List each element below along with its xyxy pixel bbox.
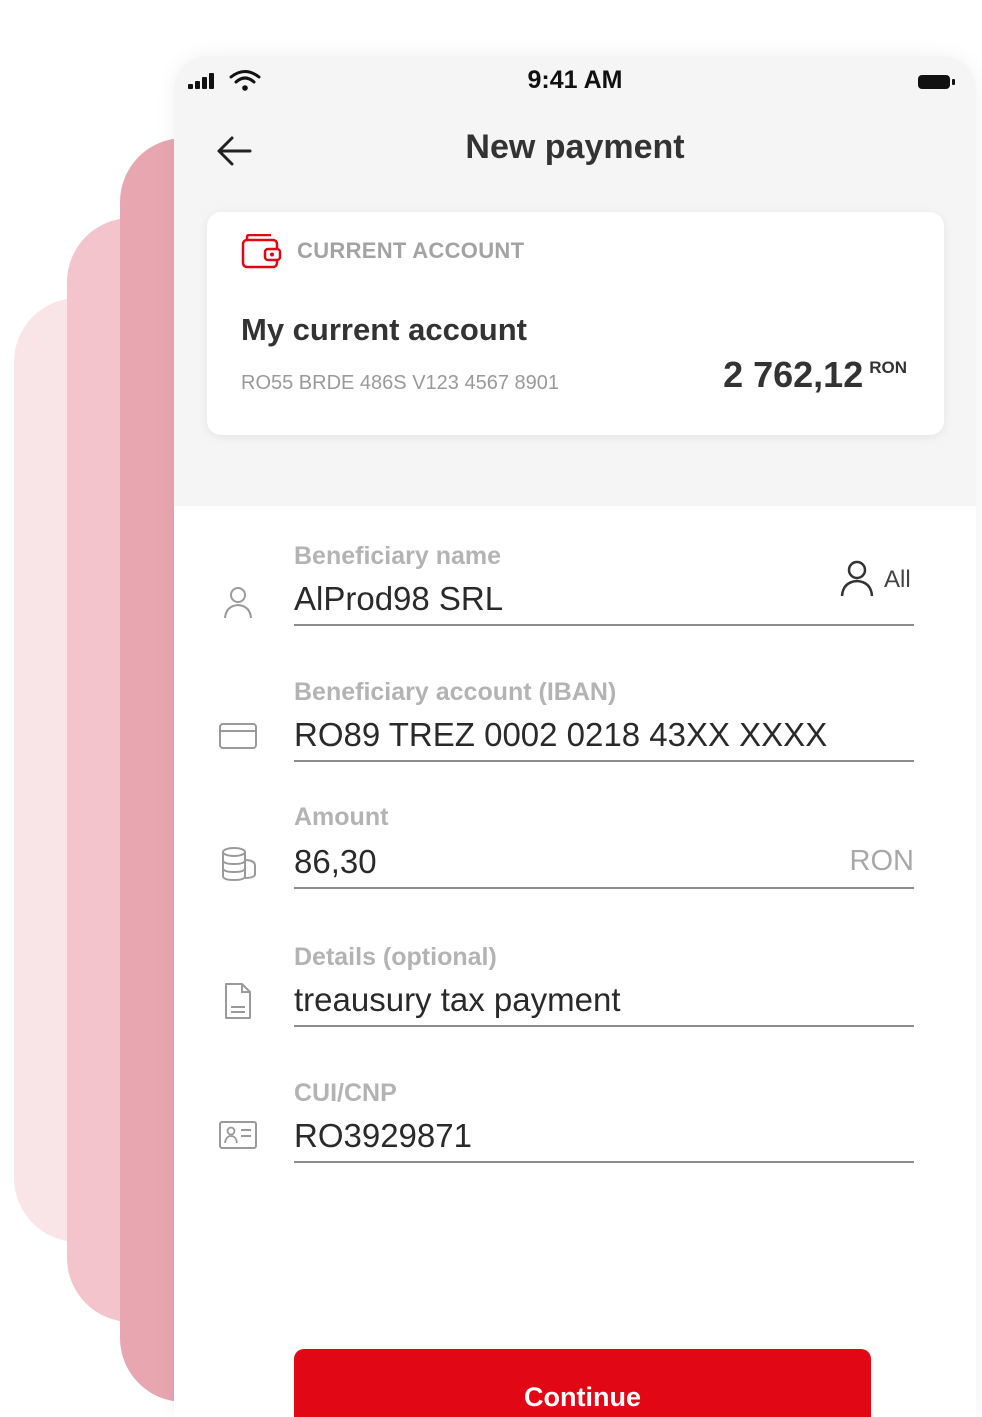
wallet-icon: [241, 234, 282, 269]
beneficiary-iban-label: Beneficiary account (IBAN): [294, 678, 617, 706]
account-iban: RO55 BRDE 486S V123 4567 8901: [241, 372, 559, 394]
amount-input[interactable]: 86,30: [294, 843, 914, 889]
cui-cnp-label: CUI/CNP: [294, 1079, 397, 1107]
id-card-icon: [219, 1121, 257, 1149]
amount-label: Amount: [294, 803, 389, 831]
beneficiary-iban-input[interactable]: RO89 TREZ 0002 0218 43XX XXXX: [294, 716, 914, 762]
battery-icon: [918, 75, 955, 89]
contacts-label: All: [884, 566, 911, 593]
phone-screen: 9:41 AM New payment CURRENT ACCOUNT My c…: [174, 56, 976, 1417]
balance-currency: RON: [869, 358, 907, 377]
account-name: My current account: [241, 312, 527, 347]
source-account-card[interactable]: CURRENT ACCOUNT My current account RO55 …: [207, 212, 944, 435]
details-label: Details (optional): [294, 943, 497, 971]
account-balance: 2 762,12 RON: [687, 354, 907, 396]
amount-currency: RON: [849, 845, 914, 877]
select-contact-button[interactable]: All: [838, 556, 918, 600]
person-icon: [224, 587, 252, 619]
status-bar: 9:41 AM: [174, 56, 976, 108]
coins-icon: [222, 847, 256, 882]
details-input[interactable]: treausury tax payment: [294, 981, 914, 1027]
beneficiary-name-input[interactable]: AlProd98 SRL: [294, 580, 914, 626]
contacts-icon: [840, 560, 874, 597]
continue-button[interactable]: Continue: [294, 1349, 871, 1417]
balance-amount: 2 762,12: [723, 354, 864, 395]
page-title: New payment: [465, 128, 685, 166]
document-icon: [225, 983, 251, 1019]
card-icon: [219, 723, 257, 749]
beneficiary-name-label: Beneficiary name: [294, 542, 502, 570]
account-type-label: CURRENT ACCOUNT: [297, 238, 525, 263]
status-time: 9:41 AM: [527, 66, 623, 94]
cui-cnp-input[interactable]: RO3929871: [294, 1117, 914, 1163]
